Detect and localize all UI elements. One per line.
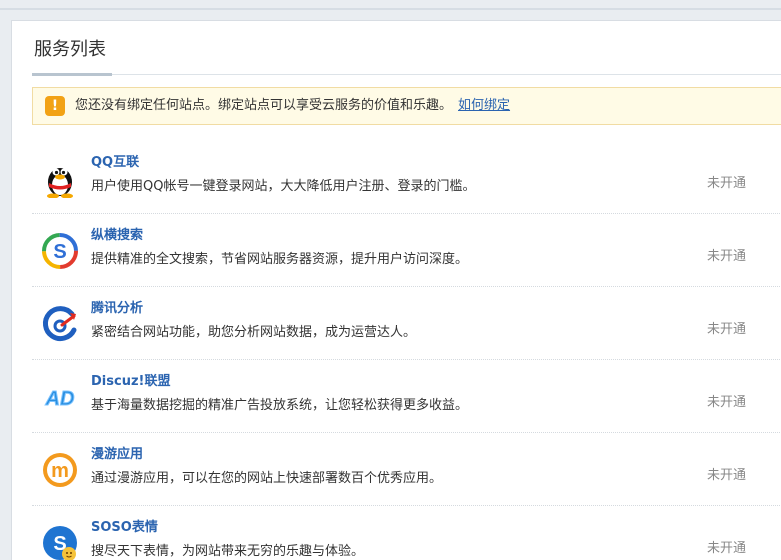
svg-text:AD: AD xyxy=(45,388,75,410)
service-name[interactable]: 腾讯分析 xyxy=(91,297,143,316)
panel-header: 服务列表 xyxy=(32,37,781,76)
service-status[interactable]: 未开通 xyxy=(707,318,746,337)
ad-icon: AD xyxy=(40,377,80,417)
svg-text:S: S xyxy=(53,241,66,263)
how-to-bind-link[interactable]: 如何绑定 xyxy=(458,98,510,113)
service-desc: 搜尽天下表情，为网站带来无穷的乐趣与体验。 xyxy=(91,544,365,559)
service-name[interactable]: Discuz!联盟 xyxy=(91,370,170,389)
service-name[interactable]: SOSO表情 xyxy=(91,516,158,535)
service-status[interactable]: 未开通 xyxy=(707,245,746,264)
service-desc: 基于海量数据挖掘的精准广告投放系统，让您轻松获得更多收益。 xyxy=(91,398,469,413)
service-desc: 提供精准的全文搜索，节省网站服务器资源，提升用户访问深度。 xyxy=(91,252,469,267)
service-desc: 紧密结合网站功能，助您分析网站数据，成为运营达人。 xyxy=(91,325,417,340)
title-underline xyxy=(32,73,112,76)
qq-penguin-icon xyxy=(40,158,80,199)
notice-bar: ! 您还没有绑定任何站点。绑定站点可以享受云服务的价值和乐趣。 如何绑定 xyxy=(32,87,781,125)
top-divider xyxy=(0,8,781,10)
service-row-tencent-analytics: 腾讯分析 紧密结合网站功能，助您分析网站数据，成为运营达人。 未开通 xyxy=(32,287,781,360)
service-row-search: S 纵横搜索 提供精准的全文搜索，节省网站服务器资源，提升用户访问深度。 未开通 xyxy=(32,214,781,287)
soso-emoji-icon: S xyxy=(40,523,80,560)
service-desc: 用户使用QQ帐号一键登录网站，大大降低用户注册、登录的门槛。 xyxy=(91,179,476,194)
service-row-soso-emoji: S SOSO表情 搜尽天下表情，为网站带来无穷的乐趣与体验。 未开通 xyxy=(32,506,781,560)
service-name[interactable]: QQ互联 xyxy=(91,151,139,170)
page-title: 服务列表 xyxy=(34,39,106,60)
notice-message: 您还没有绑定任何站点。绑定站点可以享受云服务的价值和乐趣。 如何绑定 xyxy=(75,88,510,124)
service-name[interactable]: 漫游应用 xyxy=(91,443,143,462)
service-row-qq-connect: QQ互联 用户使用QQ帐号一键登录网站，大大降低用户注册、登录的门槛。 未开通 xyxy=(32,141,781,214)
service-status[interactable]: 未开通 xyxy=(707,391,746,410)
service-status[interactable]: 未开通 xyxy=(707,464,746,483)
notice-text: 您还没有绑定任何站点。绑定站点可以享受云服务的价值和乐趣。 xyxy=(75,98,453,113)
exclamation-icon: ! xyxy=(45,96,65,116)
service-row-discuz-union: AD Discuz!联盟 基于海量数据挖掘的精准广告投放系统，让您轻松获得更多收… xyxy=(32,360,781,433)
service-desc: 通过漫游应用，可以在您的网站上快速部署数百个优秀应用。 xyxy=(91,471,443,486)
manyou-m-icon: m xyxy=(40,450,80,490)
service-list-panel: 服务列表 ! 您还没有绑定任何站点。绑定站点可以享受云服务的价值和乐趣。 如何绑定 xyxy=(11,20,781,560)
service-row-manyou: m 漫游应用 通过漫游应用，可以在您的网站上快速部署数百个优秀应用。 未开通 xyxy=(32,433,781,506)
svg-text:m: m xyxy=(51,460,69,482)
service-status[interactable]: 未开通 xyxy=(707,172,746,191)
analytics-icon xyxy=(40,304,80,344)
search-s-icon: S xyxy=(40,231,80,271)
service-status[interactable]: 未开通 xyxy=(707,537,746,556)
service-list: QQ互联 用户使用QQ帐号一键登录网站，大大降低用户注册、登录的门槛。 未开通 … xyxy=(32,141,781,560)
service-name[interactable]: 纵横搜索 xyxy=(91,224,143,243)
